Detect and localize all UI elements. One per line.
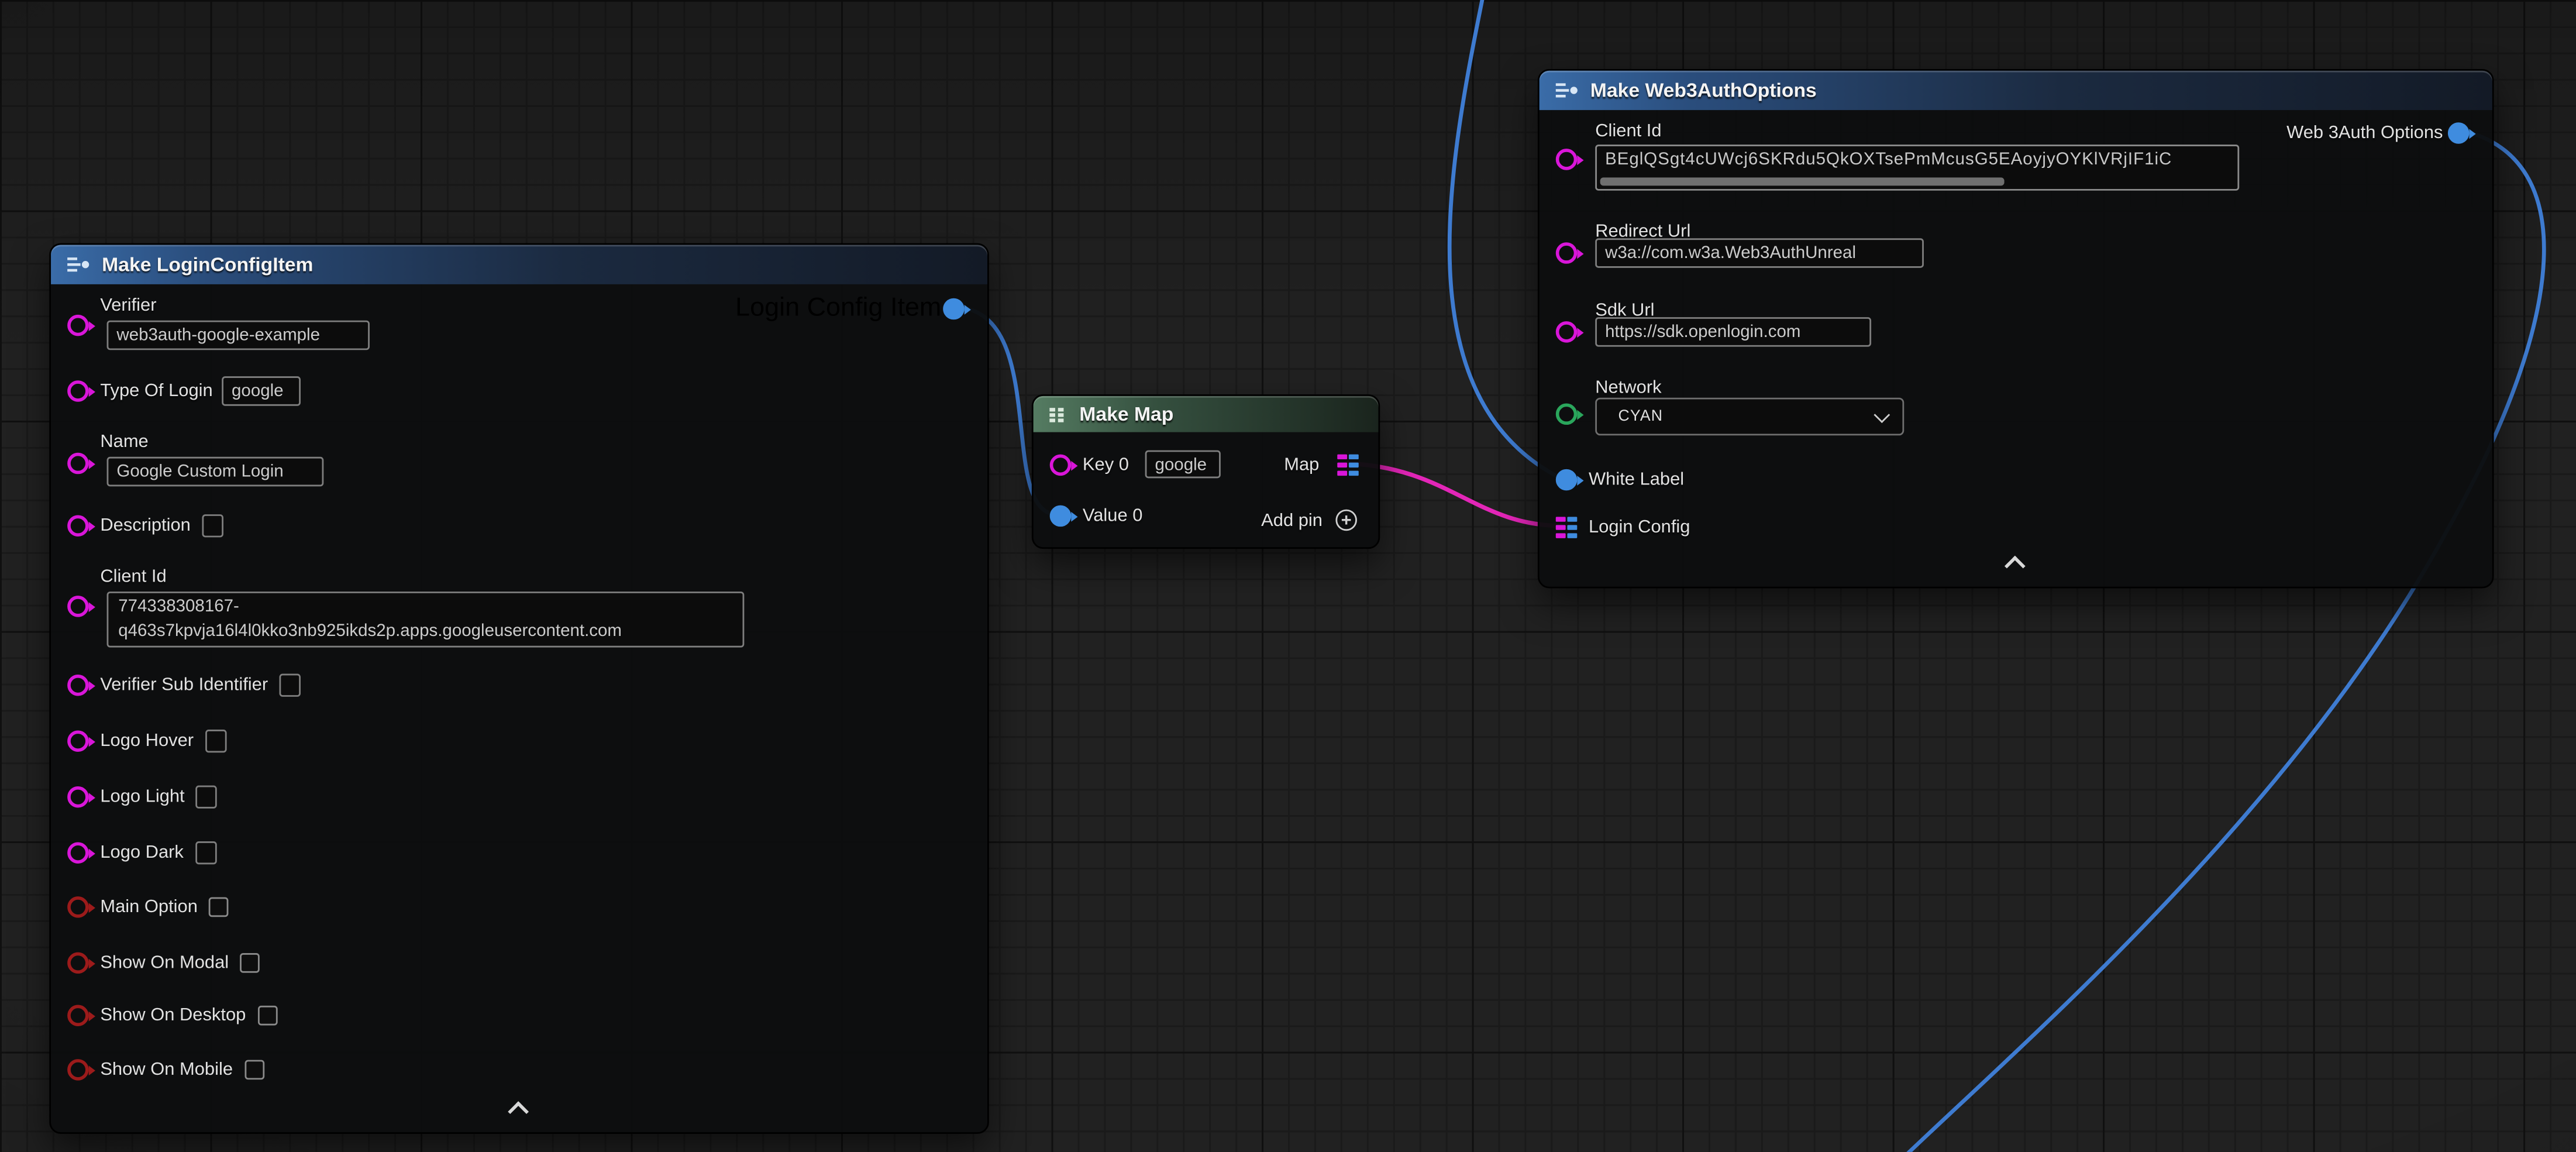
pin-label-login-config: Login Config [1589,518,1690,538]
input-pin-sdk-url[interactable] [1556,321,1578,343]
show-on-modal-checkbox[interactable] [240,953,260,973]
pin-label-network: Network [1595,378,1661,398]
make-struct-icon [1554,81,1579,101]
show-on-mobile-checkbox[interactable] [244,1060,264,1080]
pin-label-show-on-mobile: Show On Mobile [100,1060,233,1080]
row-show-on-modal: Show On Modal [100,948,260,978]
dropdown-chevron-icon [1874,406,1890,422]
client-id-input[interactable]: BEglQSgt4cUWcj6SKRdu5QkOXTsePmMcusG5EAoy… [1595,145,2239,191]
pin-label-name: Name [100,432,148,452]
input-pin-redirect-url[interactable] [1556,242,1578,264]
name-input[interactable] [107,457,324,487]
output-pin-label-map: Map [1284,455,1319,475]
row-verifier-sub-identifier: Verifier Sub Identifier [100,670,301,700]
show-on-desktop-checkbox[interactable] [257,1006,277,1026]
node-make-loginconfigitem[interactable]: Make LoginConfigItem Login Config Item V… [49,243,989,1134]
input-pin-main-option[interactable] [67,896,89,918]
redirect-url-input[interactable] [1595,238,1924,268]
row-description: Description [100,511,223,541]
row-show-on-mobile: Show On Mobile [100,1055,264,1085]
logo-hover-input[interactable] [205,730,227,752]
pin-label-logo-light: Logo Light [100,787,184,807]
sdk-url-input[interactable] [1595,317,1871,347]
main-option-checkbox[interactable] [209,897,229,917]
input-pin-logo-hover[interactable] [67,730,89,752]
input-pin-client-id[interactable] [67,596,89,617]
description-input[interactable] [202,514,224,537]
collapse-chevron-icon[interactable] [509,1101,529,1116]
node-title: Make Web3AuthOptions [1590,79,1817,102]
pin-label-verifier: Verifier [100,296,156,316]
client-id-input[interactable]: 774338308167-q463s7kpvja16l4l0kko3nb925i… [107,592,745,647]
input-pin-name[interactable] [67,453,89,474]
output-pin-label-web3auth-options: Web 3Auth Options [2286,123,2443,143]
row-logo-dark: Logo Dark [100,838,216,868]
output-pin-label: Login Config Item [735,294,941,324]
output-pin-map[interactable] [1337,455,1359,476]
input-pin-show-on-desktop[interactable] [67,1005,89,1027]
node-title: Make Map [1079,403,1173,425]
pin-label-show-on-desktop: Show On Desktop [100,1006,246,1026]
key-0-input[interactable] [1145,451,1221,479]
network-selected-value: CYAN [1618,408,1664,426]
pin-label-logo-hover: Logo Hover [100,731,194,751]
input-pin-network[interactable] [1556,404,1578,425]
input-pin-logo-light[interactable] [67,786,89,808]
node-title: Make LoginConfigItem [102,253,313,276]
output-login-config-item: Login Config Item [735,294,941,324]
input-pin-type-of-login[interactable] [67,380,89,402]
node-make-map[interactable]: Make Map Key 0 Map Value 0 Add pin + [1032,394,1380,549]
blueprint-viewport: Make LoginConfigItem Login Config Item V… [0,0,2576,1152]
input-pin-show-on-mobile[interactable] [67,1059,89,1081]
row-logo-hover: Logo Hover [100,726,226,756]
pin-label-main-option: Main Option [100,897,198,917]
node-make-web3authoptions[interactable]: Make Web3AuthOptions Web 3Auth Options C… [1538,69,2494,589]
network-dropdown[interactable]: CYAN [1595,398,1904,436]
row-main-option: Main Option [100,892,229,922]
input-pin-description[interactable] [67,515,89,537]
input-pin-login-config[interactable] [1556,517,1578,538]
make-map-icon [1048,405,1068,423]
client-id-scrollbar[interactable] [1600,177,2004,185]
pin-label-key-0: Key 0 [1083,455,1129,475]
logo-light-input[interactable] [196,786,218,809]
pin-label-value-0: Value 0 [1083,506,1143,526]
type-of-login-input[interactable] [222,376,301,406]
pin-label-logo-dark: Logo Dark [100,843,184,863]
add-pin-icon[interactable]: + [1335,510,1357,531]
input-pin-verifier-sub-identifier[interactable] [67,675,89,696]
input-pin-verifier[interactable] [67,315,89,336]
output-pin-web3auth-options[interactable] [2448,122,2470,144]
row-show-on-desktop: Show On Desktop [100,1000,277,1030]
verifier-sub-identifier-input[interactable] [280,674,301,697]
pin-label-white-label: White Label [1589,470,1684,490]
make-struct-icon [66,255,90,274]
input-pin-key-0[interactable] [1050,455,1072,476]
node-header[interactable]: Make LoginConfigItem [51,245,987,284]
pin-label-client-id: Client Id [1595,122,1661,142]
add-pin-label: Add pin [1261,511,1323,531]
collapse-chevron-icon[interactable] [2006,555,2026,570]
verifier-input[interactable] [107,321,370,350]
output-pin-login-config-item[interactable] [943,298,965,320]
pin-label-description: Description [100,516,191,536]
row-logo-light: Logo Light [100,782,218,812]
logo-dark-input[interactable] [195,841,217,864]
input-pin-value-0[interactable] [1050,505,1072,527]
pin-label-verifier-sub-identifier: Verifier Sub Identifier [100,675,268,695]
pin-label-type-of-login: Type Of Login [100,381,212,401]
input-pin-client-id[interactable] [1556,149,1578,170]
input-pin-logo-dark[interactable] [67,842,89,864]
pin-label-show-on-modal: Show On Modal [100,953,229,973]
input-pin-show-on-modal[interactable] [67,952,89,974]
node-header[interactable]: Make Web3AuthOptions [1540,71,2492,110]
input-pin-white-label[interactable] [1556,469,1578,491]
node-header[interactable]: Make Map [1034,396,1379,432]
client-id-value: BEglQSgt4cUWcj6SKRdu5QkOXTsePmMcusG5EAoy… [1605,150,2233,170]
pin-label-client-id: Client Id [100,567,166,587]
